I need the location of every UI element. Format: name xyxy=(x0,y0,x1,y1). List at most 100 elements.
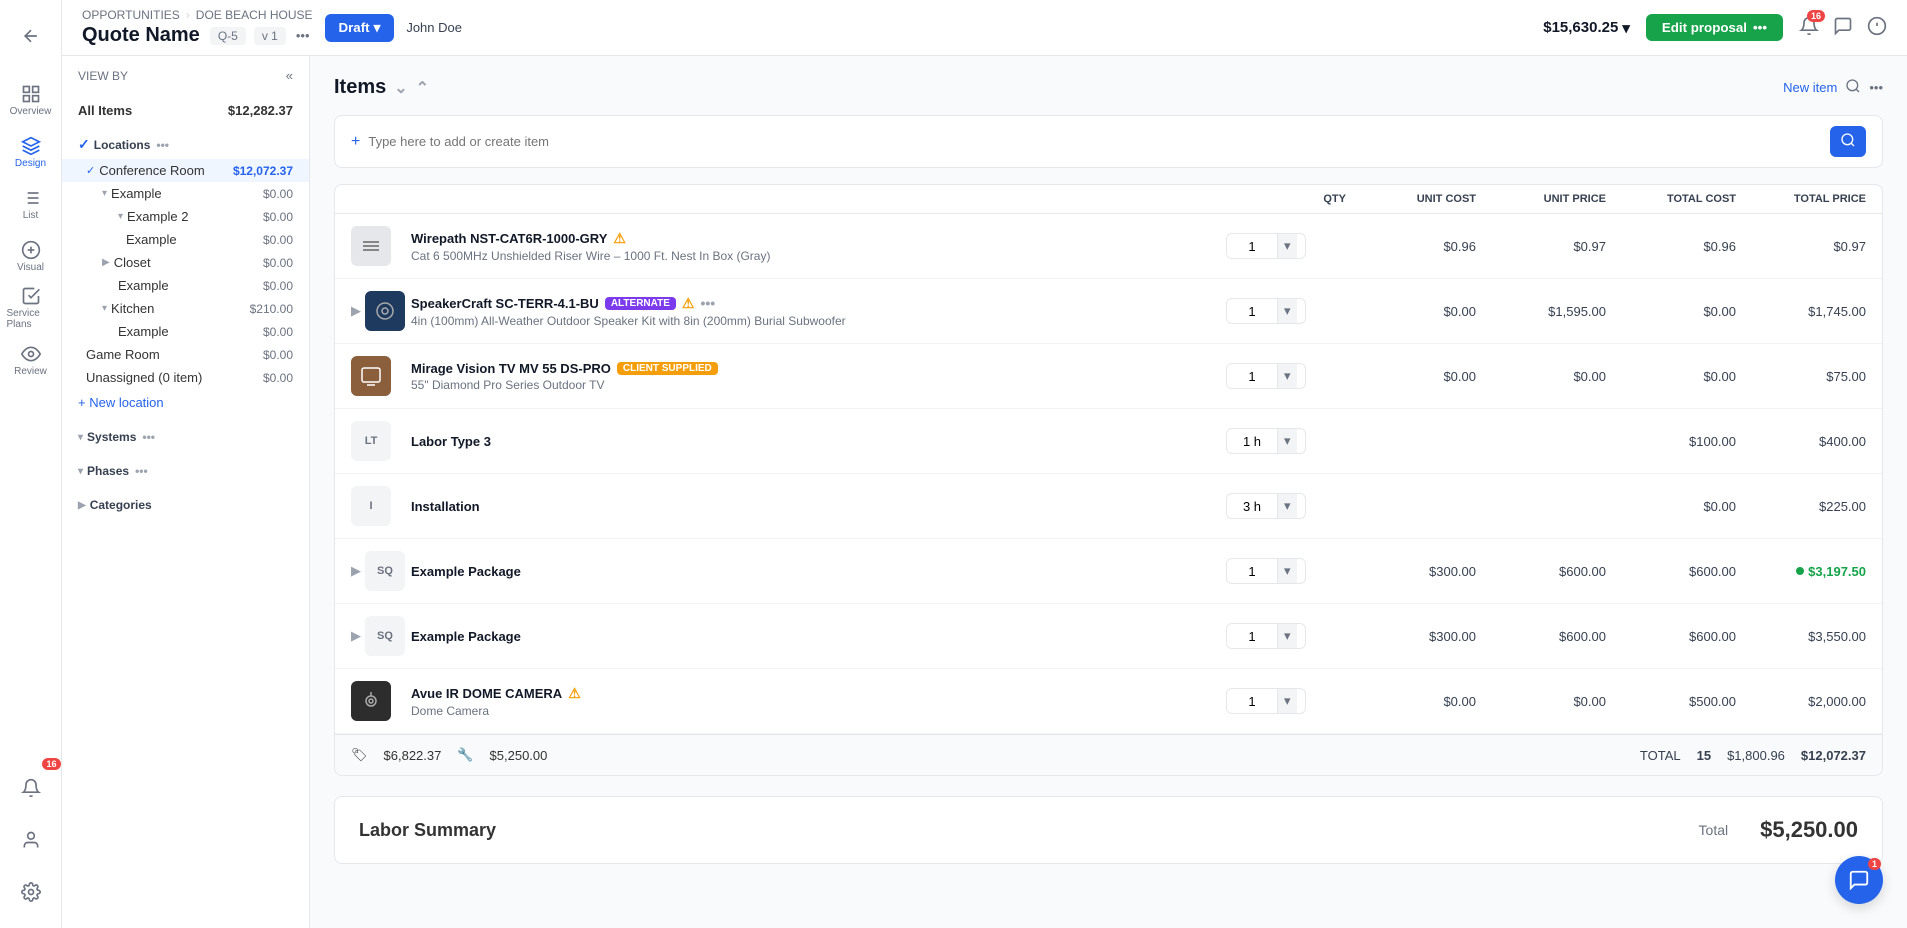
sidebar-item-closet[interactable]: ▶ Closet $0.00 xyxy=(62,251,309,274)
qty-input-6[interactable] xyxy=(1227,560,1277,583)
topbar-icons: 16 xyxy=(1799,16,1887,39)
qty-selector-1[interactable]: ▾ xyxy=(1226,233,1306,259)
qty-input-5[interactable] xyxy=(1227,495,1277,518)
sidebar-item-closet-example[interactable]: Example $0.00 xyxy=(62,274,309,297)
qty-input-3[interactable] xyxy=(1227,365,1277,388)
qty-input-4[interactable] xyxy=(1227,430,1277,453)
nav-review[interactable]: Review xyxy=(7,336,55,384)
notif-badge: 16 xyxy=(1807,10,1825,22)
item-total-price-1: $0.97 xyxy=(1736,239,1866,254)
systems-header[interactable]: ▾ Systems ••• xyxy=(62,424,309,450)
item-name-3: Mirage Vision TV MV 55 DS-PRO xyxy=(411,361,611,376)
qty-selector-6[interactable]: ▾ xyxy=(1226,558,1306,584)
green-dot-6 xyxy=(1796,567,1804,575)
new-item-button[interactable]: New item xyxy=(1783,80,1837,95)
qty-input-7[interactable] xyxy=(1227,625,1277,648)
all-items-row[interactable]: All Items $12,282.37 xyxy=(62,95,309,126)
sidebar-item-kitchen[interactable]: ▾ Kitchen $210.00 xyxy=(62,297,309,320)
chat-icon[interactable] xyxy=(1833,16,1853,39)
add-item-input[interactable] xyxy=(368,134,1822,149)
qty-dropdown-8[interactable]: ▾ xyxy=(1277,689,1297,713)
qty-selector-7[interactable]: ▾ xyxy=(1226,623,1306,649)
qty-dropdown-2[interactable]: ▾ xyxy=(1277,299,1297,323)
qty-selector-3[interactable]: ▾ xyxy=(1226,363,1306,389)
col-total-price: TOTAL PRICE xyxy=(1736,193,1866,205)
qty-input-8[interactable] xyxy=(1227,690,1277,713)
sidebar-item-example2[interactable]: ▾ Example 2 $0.00 xyxy=(62,205,309,228)
edit-proposal-button[interactable]: Edit proposal ••• xyxy=(1646,14,1783,41)
qty-dropdown-4[interactable]: ▾ xyxy=(1277,429,1297,453)
qty-dropdown-1[interactable]: ▾ xyxy=(1277,234,1297,258)
qty-input-1[interactable] xyxy=(1227,235,1277,258)
breadcrumb-project: DOE BEACH HOUSE xyxy=(196,8,313,22)
add-item-search-button[interactable] xyxy=(1830,126,1866,157)
closet-label: Closet xyxy=(114,255,263,270)
qty-selector-5[interactable]: ▾ xyxy=(1226,493,1306,519)
nav-design[interactable]: Design xyxy=(7,128,55,176)
qty-dropdown-7[interactable]: ▾ xyxy=(1277,624,1297,648)
nav-settings[interactable] xyxy=(7,868,55,916)
categories-header[interactable]: ▶ Categories xyxy=(62,492,309,518)
locations-options[interactable]: ••• xyxy=(156,138,169,152)
collapse-sidebar[interactable]: « xyxy=(286,68,293,83)
systems-section: ▾ Systems ••• xyxy=(62,420,309,454)
locations-header[interactable]: ✓ Locations ••• xyxy=(62,130,309,159)
items-more-options[interactable]: ••• xyxy=(1869,80,1883,95)
notifications-icon[interactable]: 16 xyxy=(1799,16,1819,39)
sidebar-item-game-room[interactable]: Game Room $0.00 xyxy=(62,343,309,366)
systems-options[interactable]: ••• xyxy=(142,430,155,444)
topbar-more-options[interactable]: ••• xyxy=(296,28,310,43)
item-unit-cost-8: $0.00 xyxy=(1346,694,1476,709)
item-icon-3 xyxy=(351,356,391,396)
qty-dropdown-3[interactable]: ▾ xyxy=(1277,364,1297,388)
sidebar-item-unassigned[interactable]: Unassigned (0 item) $0.00 xyxy=(62,366,309,389)
qty-input-2[interactable] xyxy=(1227,300,1277,323)
chat-bubble[interactable]: 1 xyxy=(1835,856,1883,904)
nav-user[interactable] xyxy=(7,816,55,864)
icon-text-i: I xyxy=(369,500,372,512)
phases-header[interactable]: ▾ Phases ••• xyxy=(62,458,309,484)
nav-back[interactable] xyxy=(7,12,55,60)
qty-selector-4[interactable]: ▾ xyxy=(1226,428,1306,454)
total-price[interactable]: $15,630.25 ▾ xyxy=(1543,19,1630,37)
nav-overview[interactable]: Overview xyxy=(7,76,55,124)
example1-amount: $0.00 xyxy=(263,187,293,201)
topbar-meta: Q-5 v 1 xyxy=(210,27,286,45)
table-header: QTY UNIT COST UNIT PRICE TOTAL COST TOTA… xyxy=(335,185,1882,214)
qty-selector-2[interactable]: ▾ xyxy=(1226,298,1306,324)
systems-chevron: ▾ xyxy=(78,432,83,443)
item-qty-6: ▾ xyxy=(1226,558,1346,584)
sidebar-item-conference-room[interactable]: ✓ Conference Room $12,072.37 xyxy=(62,159,309,182)
topbar: OPPORTUNITIES › DOE BEACH HOUSE Quote Na… xyxy=(62,0,1907,56)
items-expand-icon[interactable]: ⌃ xyxy=(416,78,429,98)
row-expand-6[interactable]: ▶ xyxy=(351,563,361,579)
sidebar-item-example-1[interactable]: ▾ Example $0.00 xyxy=(62,182,309,205)
item-total-cost-7: $600.00 xyxy=(1606,629,1736,644)
item-info-4: Labor Type 3 xyxy=(411,434,1226,449)
nav-list[interactable]: List xyxy=(7,180,55,228)
nav-notifications[interactable]: 16 xyxy=(7,764,55,812)
search-icon[interactable] xyxy=(1845,78,1861,97)
qty-dropdown-6[interactable]: ▾ xyxy=(1277,559,1297,583)
phases-options[interactable]: ••• xyxy=(135,464,148,478)
items-collapse-icon[interactable]: ⌄ xyxy=(394,78,407,98)
new-location-button[interactable]: + New location xyxy=(62,389,309,416)
qty-selector-8[interactable]: ▾ xyxy=(1226,688,1306,714)
item-options-2[interactable]: ••• xyxy=(700,295,715,311)
row-expand-2[interactable]: ▶ xyxy=(351,303,361,319)
conference-room-amount: $12,072.37 xyxy=(233,164,293,178)
sidebar-item-kitchen-example[interactable]: Example $0.00 xyxy=(62,320,309,343)
closet-example-amount: $0.00 xyxy=(263,279,293,293)
status-dropdown[interactable]: Draft ▾ xyxy=(325,14,395,42)
all-items-label: All Items xyxy=(78,103,132,118)
bell-icon[interactable] xyxy=(1867,16,1887,39)
sidebar-item-example-l4[interactable]: Example $0.00 xyxy=(62,228,309,251)
warn-icon-1: ⚠ xyxy=(613,230,626,247)
all-items-amount: $12,282.37 xyxy=(228,103,293,118)
nav-visual[interactable]: Visual xyxy=(7,232,55,280)
qty-dropdown-5[interactable]: ▾ xyxy=(1277,494,1297,518)
row-expand-7[interactable]: ▶ xyxy=(351,628,361,644)
nav-service-plans[interactable]: Service Plans xyxy=(7,284,55,332)
nav-overview-label: Overview xyxy=(10,106,52,117)
item-total-price-2: $1,745.00 xyxy=(1736,304,1866,319)
